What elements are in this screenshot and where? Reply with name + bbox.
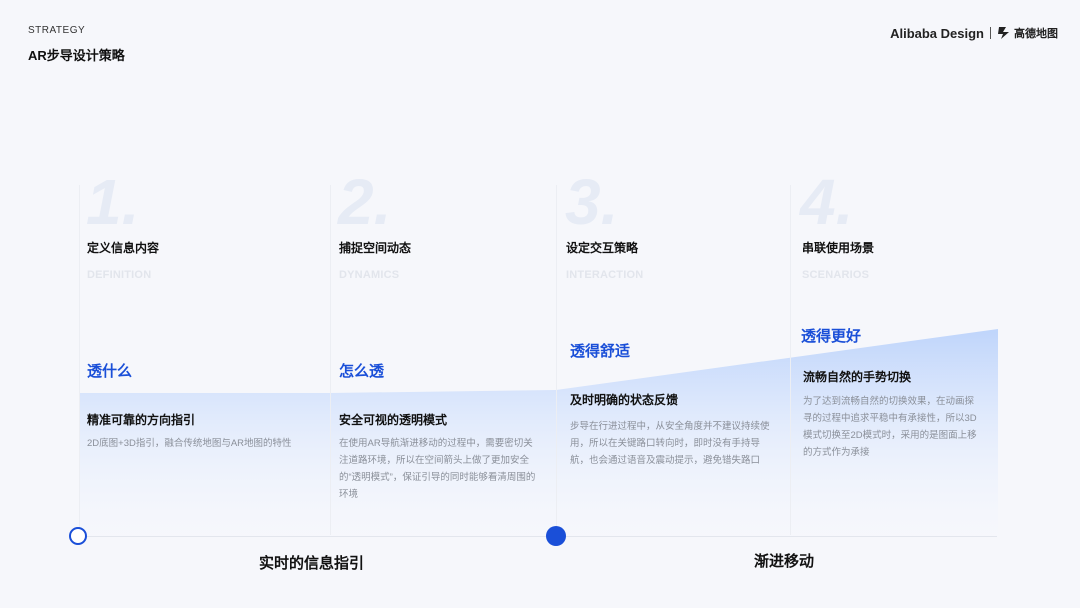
step-subtitle: 安全可视的透明模式 bbox=[339, 413, 448, 427]
step-english-label: DEFINITION bbox=[87, 269, 152, 281]
step-subtitle: 流畅自然的手势切换 bbox=[803, 370, 912, 384]
step-subtitle: 及时明确的状态反馈 bbox=[570, 393, 679, 407]
brand-name: Alibaba Design bbox=[890, 25, 984, 41]
step-english-label: DYNAMICS bbox=[339, 269, 400, 281]
timeline-line bbox=[79, 536, 997, 537]
step-subtitle: 精准可靠的方向指引 bbox=[87, 413, 196, 427]
step-title: 设定交互策略 bbox=[566, 241, 639, 255]
brand-separator bbox=[990, 27, 991, 39]
column-divider bbox=[790, 185, 791, 535]
step-number: 3. bbox=[565, 166, 619, 238]
timeline-label-right: 渐进移动 bbox=[754, 553, 815, 570]
partner-logo: 高德地图 bbox=[997, 25, 1058, 41]
step-description: 为了达到流畅自然的切换效果，在动画探寻的过程中追求平稳中有承接性，所以3D模式切… bbox=[803, 396, 977, 458]
section-eyebrow: STRATEGY bbox=[28, 25, 86, 36]
step-number: 4. bbox=[800, 166, 854, 238]
phase-label: 透得更好 bbox=[801, 328, 862, 345]
step-title: 定义信息内容 bbox=[87, 241, 160, 255]
partner-name: 高德地图 bbox=[1014, 28, 1058, 40]
step-number: 2. bbox=[338, 166, 392, 238]
progress-gradient-area bbox=[79, 329, 998, 536]
timeline-node-filled bbox=[546, 526, 566, 546]
timeline-node-outline bbox=[69, 527, 87, 545]
column-divider bbox=[556, 185, 557, 535]
step-description: 2D底图+3D指引，融合传统地图与AR地图的特性 bbox=[87, 438, 292, 449]
column-divider bbox=[79, 185, 80, 535]
phase-label: 透得舒适 bbox=[570, 343, 631, 360]
phase-label: 怎么透 bbox=[339, 363, 385, 380]
step-english-label: INTERACTION bbox=[566, 269, 644, 281]
step-english-label: SCENARIOS bbox=[802, 269, 870, 281]
step-description: 在使用AR导航渐进移动的过程中，需要密切关注道路环境，所以在空间箭头上做了更加安… bbox=[339, 438, 536, 500]
step-number: 1. bbox=[86, 166, 140, 238]
phase-label: 透什么 bbox=[87, 363, 133, 380]
page-title: AR步导设计策略 bbox=[28, 48, 125, 63]
step-title: 串联使用场景 bbox=[802, 241, 875, 255]
brand-lockup: Alibaba Design 高德地图 bbox=[890, 25, 1058, 41]
column-divider bbox=[330, 185, 331, 535]
amap-logo-icon bbox=[998, 27, 1009, 39]
step-description: 步导在行进过程中，从安全角度并不建议持续使用，所以在关键路口转向时，即时没有手持… bbox=[570, 421, 770, 466]
timeline-label-left: 实时的信息指引 bbox=[259, 555, 365, 572]
step-title: 捕捉空间动态 bbox=[339, 241, 412, 255]
